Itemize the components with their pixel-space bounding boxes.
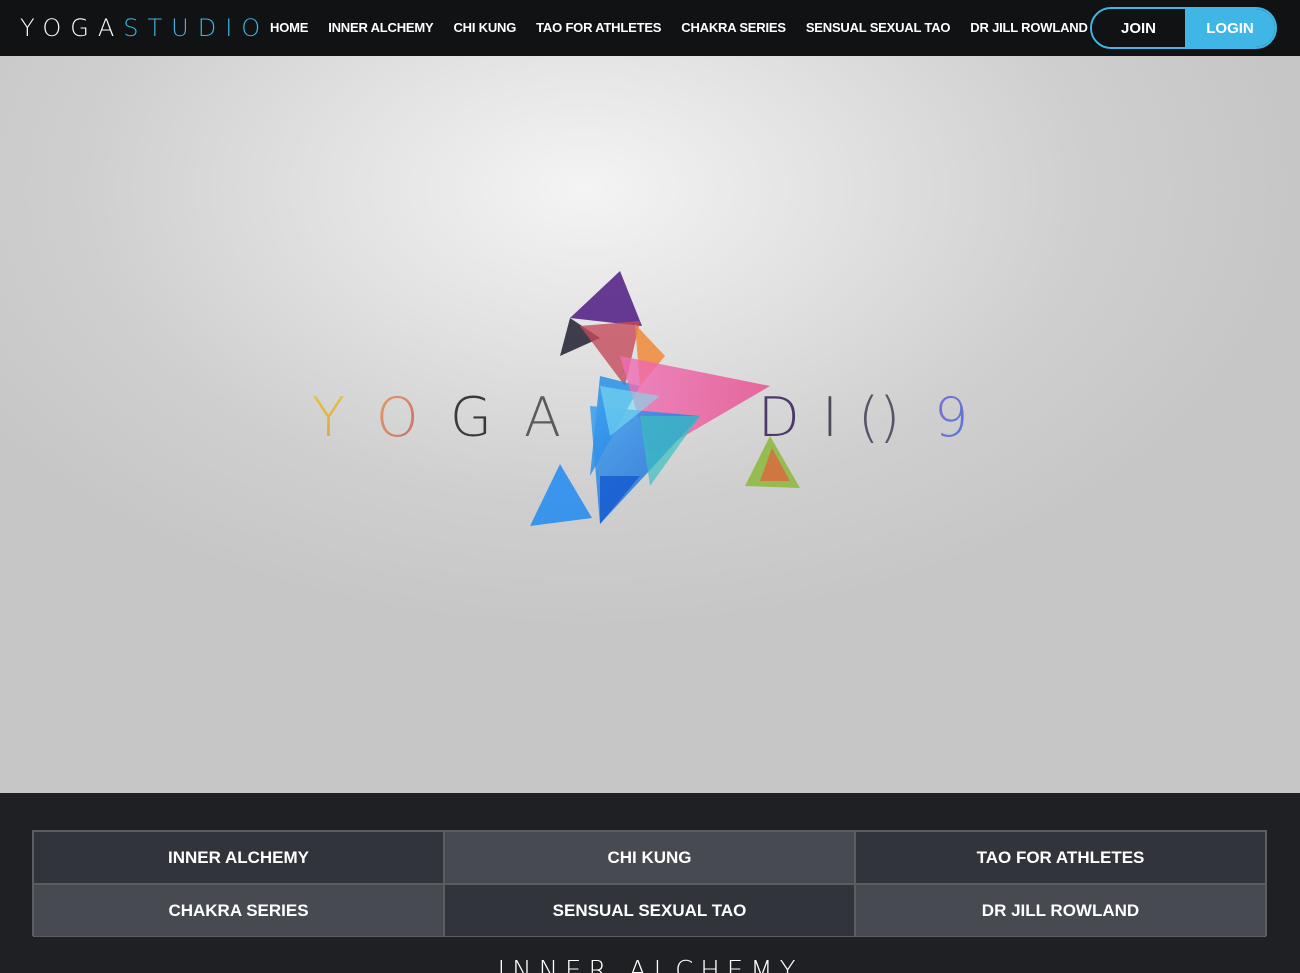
svg-text:(): () [858,386,900,449]
category-chakra-series[interactable]: CHAKRA SERIES [33,884,444,937]
svg-text:I: I [822,386,838,449]
video-logo-animation: Y O G A D I () 9 [312,271,968,526]
category-chi-kung[interactable]: CHI KUNG [444,831,855,884]
main-nav: HOME INNER ALCHEMY CHI KUNG TAO FOR ATHL… [260,0,1098,56]
svg-text:Y: Y [312,386,345,449]
category-inner-alchemy[interactable]: INNER ALCHEMY [33,831,444,884]
login-button[interactable]: LOGIN [1185,9,1275,47]
join-button[interactable]: JOIN [1092,9,1185,47]
svg-text:D: D [758,386,800,449]
svg-text:G: G [450,386,492,449]
category-sensual-sexual-tao[interactable]: SENSUAL SEXUAL TAO [444,884,855,937]
nav-home[interactable]: HOME [260,0,318,56]
logo-text-yoga: YOGA [20,14,124,42]
nav-sensual-sexual-tao[interactable]: SENSUAL SEXUAL TAO [796,0,960,56]
category-dr-jill-rowland[interactable]: DR JILL ROWLAND [855,884,1266,937]
category-tao-for-athletes[interactable]: TAO FOR ATHLETES [855,831,1266,884]
svg-text:A: A [524,386,561,449]
category-section: INNER ALCHEMY CHI KUNG TAO FOR ATHLETES … [0,793,1300,973]
nav-tao-for-athletes[interactable]: TAO FOR ATHLETES [526,0,671,56]
section-heading: INNER ALCHEMY [497,956,803,973]
category-grid: INNER ALCHEMY CHI KUNG TAO FOR ATHLETES … [32,830,1267,937]
svg-text:O: O [376,386,419,449]
nav-chi-kung[interactable]: CHI KUNG [443,0,526,56]
nav-dr-jill-rowland[interactable]: DR JILL ROWLAND [960,0,1097,56]
nav-chakra-series[interactable]: CHAKRA SERIES [671,0,796,56]
nav-inner-alchemy[interactable]: INNER ALCHEMY [318,0,443,56]
site-logo[interactable]: YOGASTUDIO [20,14,269,42]
logo-text-studio: STUDIO [123,14,270,42]
svg-text:9: 9 [934,386,968,449]
hero-video[interactable]: Y O G A D I () 9 [0,56,1300,793]
top-navbar: YOGASTUDIO HOME INNER ALCHEMY CHI KUNG T… [0,0,1300,56]
auth-buttons: JOIN LOGIN [1090,7,1277,49]
